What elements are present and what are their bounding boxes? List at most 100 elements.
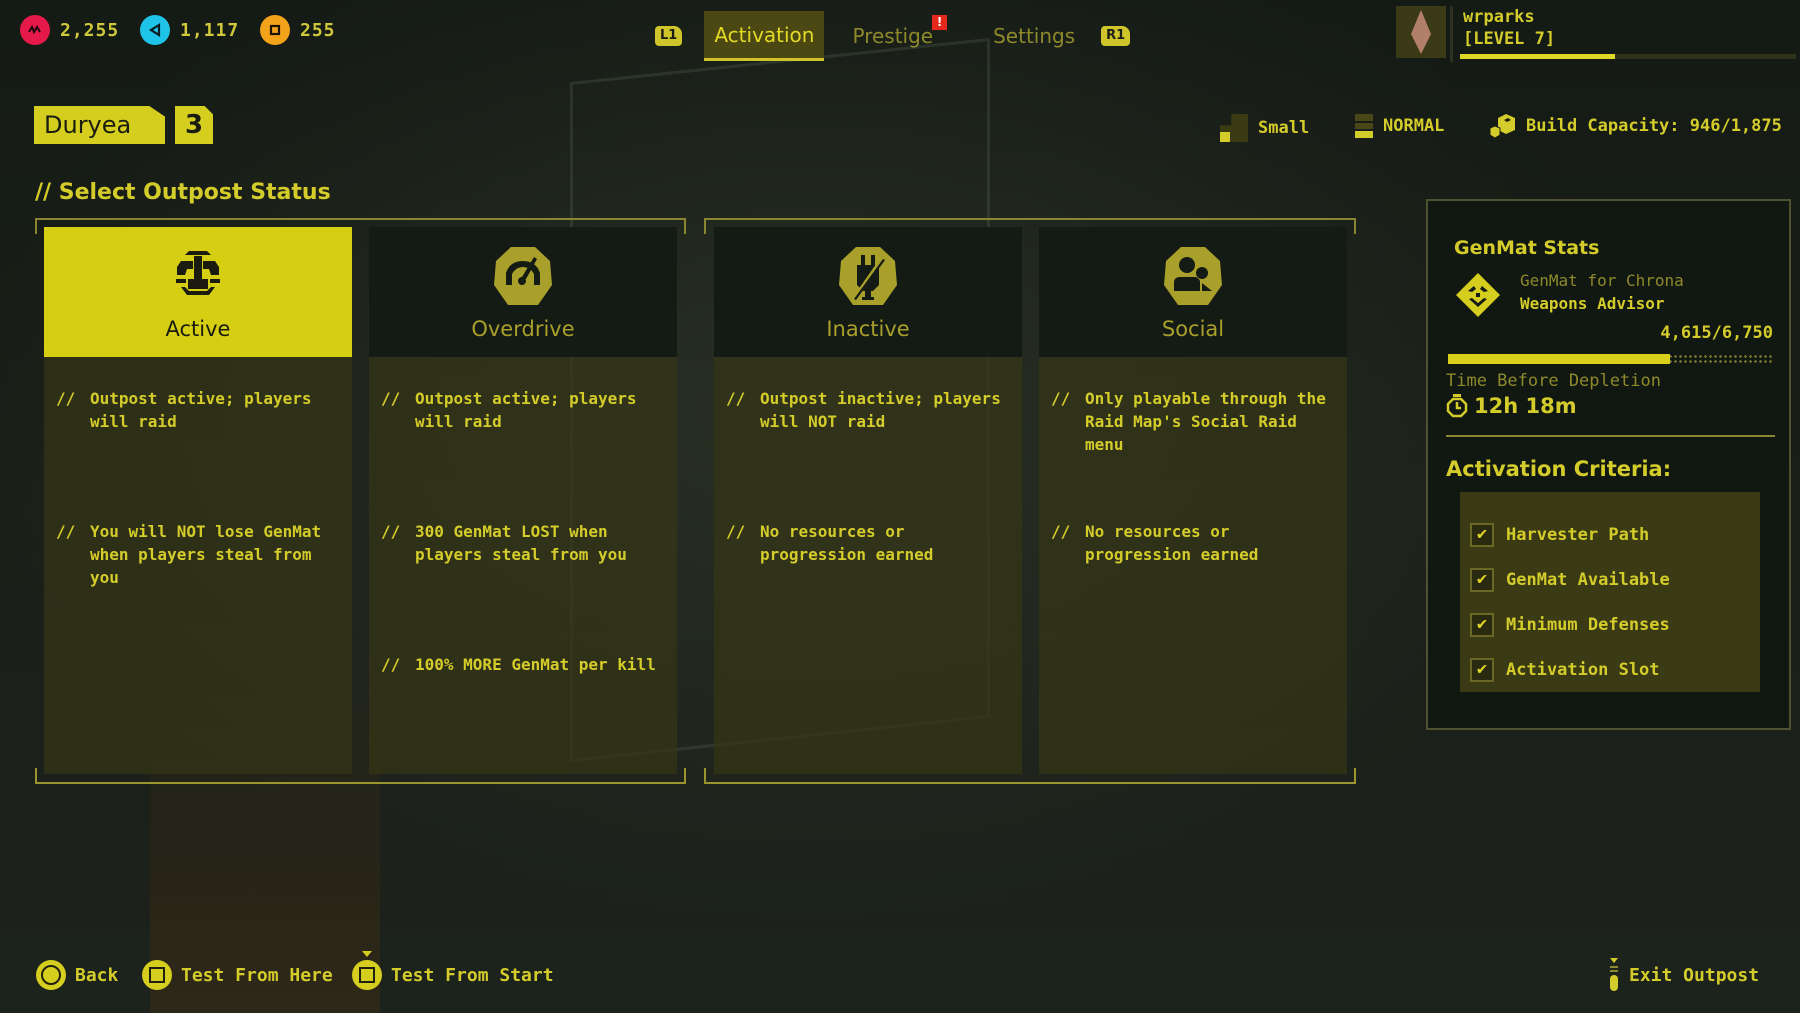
test-from-here-button[interactable]: Test From Here xyxy=(142,958,333,992)
square-hold-button-icon xyxy=(352,951,382,990)
square-button-icon xyxy=(142,960,172,990)
status-bullet: //Outpost inactive; players will NOT rai… xyxy=(726,389,1001,431)
status-card-social-label: Social xyxy=(1161,317,1225,341)
xp-progress-fill xyxy=(1460,54,1615,59)
depletion-time: 12h 18m xyxy=(1446,394,1577,418)
status-bullet: //100% MORE GenMat per kill xyxy=(381,655,656,674)
exit-outpost-button[interactable]: Exit Outpost xyxy=(1608,958,1759,992)
currency-orange-value: 255 xyxy=(300,19,336,41)
r1-bumper-button[interactable]: R1 xyxy=(1101,26,1131,46)
criteria-label: Activation Slot xyxy=(1506,659,1660,680)
genmat-stats-title: GenMat Stats xyxy=(1454,237,1600,259)
currency-orange: 255 xyxy=(260,14,336,46)
blue-currency-icon xyxy=(140,15,170,45)
outpost-difficulty-label: NORMAL xyxy=(1383,116,1445,136)
genmat-stats-panel: GenMat Stats GenMat for Chrona Weapons A… xyxy=(1426,199,1791,730)
back-button[interactable]: Back xyxy=(36,958,118,992)
activation-criteria-list: ✔ Harvester Path ✔ GenMat Available ✔ Mi… xyxy=(1460,492,1760,692)
currency-red: 2,255 xyxy=(20,14,119,46)
section-title: // Select Outpost Status xyxy=(35,180,331,205)
status-card-overdrive-label: Overdrive xyxy=(471,317,575,341)
tab-settings[interactable]: Settings xyxy=(983,11,1085,61)
alert-badge: ! xyxy=(932,15,948,30)
red-currency-icon xyxy=(20,15,50,45)
status-card-inactive-body: //Outpost inactive; players will NOT rai… xyxy=(714,357,1022,774)
l1-bumper-button[interactable]: L1 xyxy=(655,26,683,46)
status-card-active[interactable]: Active //Outpost active; players will ra… xyxy=(44,227,352,774)
status-bullet: //No resources or progression earned xyxy=(726,522,934,564)
genmat-advisor-name: Weapons Advisor xyxy=(1520,294,1665,313)
timer-icon xyxy=(1446,394,1468,418)
unplugged-icon xyxy=(839,247,897,305)
status-group-2: Inactive //Outpost inactive; players wil… xyxy=(704,218,1356,784)
outpost-size: Small xyxy=(1220,114,1309,142)
tab-settings-label: Settings xyxy=(993,24,1076,48)
criteria-label: Harvester Path xyxy=(1506,524,1650,545)
status-bullet: //300 GenMat LOST when players steal fro… xyxy=(381,522,627,564)
outpost-difficulty: NORMAL xyxy=(1355,114,1445,139)
advisor-diamond-icon xyxy=(1456,273,1500,317)
tab-activation[interactable]: Activation xyxy=(704,11,825,61)
crystal-icon xyxy=(1411,10,1431,54)
username: wrparks xyxy=(1463,7,1535,27)
people-icon xyxy=(1164,247,1222,305)
test-from-start-button[interactable]: Test From Start xyxy=(352,951,554,992)
build-capacity-label: Build Capacity: 946/1,875 xyxy=(1526,116,1782,136)
status-card-inactive-label: Inactive xyxy=(826,317,910,341)
currency-blue: 1,117 xyxy=(140,14,239,46)
genmat-count: 4,615/6,750 xyxy=(1660,323,1773,343)
outpost-number: 3 xyxy=(175,106,213,144)
checkbox-checked-icon: ✔ xyxy=(1470,522,1494,547)
status-bullet: //Outpost active; players will raid xyxy=(381,389,637,431)
build-capacity: Build Capacity: 946/1,875 xyxy=(1490,114,1782,138)
criteria-label: GenMat Available xyxy=(1506,569,1670,590)
checkbox-checked-icon: ✔ xyxy=(1470,657,1494,682)
status-card-active-body: //Outpost active; players will raid //Yo… xyxy=(44,357,352,774)
avatar xyxy=(1396,6,1446,58)
status-card-overdrive-body: //Outpost active; players will raid //30… xyxy=(369,357,677,774)
criteria-item: ✔ Harvester Path xyxy=(1460,512,1760,557)
size-small-icon xyxy=(1220,114,1248,142)
orange-currency-icon xyxy=(260,15,290,45)
power-icon xyxy=(176,251,220,295)
depletion-time-value: 12h 18m xyxy=(1474,394,1577,418)
tab-prestige[interactable]: Prestige ! xyxy=(842,11,948,61)
build-cube-icon xyxy=(1490,114,1515,138)
status-bullet: //Outpost active; players will raid xyxy=(56,389,312,431)
test-from-start-label: Test From Start xyxy=(391,964,554,986)
status-bullet: //No resources or progression earned xyxy=(1051,522,1259,564)
genmat-advisor-subtitle: GenMat for Chrona xyxy=(1520,271,1684,290)
player-profile: wrparks [LEVEL 7] xyxy=(1396,6,1796,62)
status-group-1: Active //Outpost active; players will ra… xyxy=(35,218,686,784)
checkbox-checked-icon: ✔ xyxy=(1470,567,1494,592)
status-bullet: //Only playable through the Raid Map's S… xyxy=(1051,389,1326,454)
speedometer-icon xyxy=(494,247,552,305)
outpost-name: Duryea xyxy=(34,106,165,144)
criteria-item: ✔ Activation Slot xyxy=(1460,647,1760,692)
tab-activation-label: Activation xyxy=(714,22,815,47)
difficulty-bars-icon xyxy=(1355,114,1373,139)
genmat-progress-fill xyxy=(1448,354,1671,364)
profile-divider xyxy=(1450,6,1453,62)
depletion-label: Time Before Depletion xyxy=(1446,371,1661,391)
tab-bar: L1 Activation Prestige ! Settings R1 xyxy=(655,10,1131,62)
circle-button-icon xyxy=(36,960,66,990)
criteria-item: ✔ Minimum Defenses xyxy=(1460,602,1760,647)
currency-blue-value: 1,117 xyxy=(180,19,240,41)
status-card-social[interactable]: Social //Only playable through the Raid … xyxy=(1039,227,1347,774)
genmat-progress-bar xyxy=(1448,354,1773,364)
currency-red-value: 2,255 xyxy=(60,19,120,41)
status-card-social-body: //Only playable through the Raid Map's S… xyxy=(1039,357,1347,774)
activation-criteria-title: Activation Criteria: xyxy=(1446,457,1672,481)
status-card-active-label: Active xyxy=(165,317,231,341)
tab-prestige-label: Prestige xyxy=(852,24,934,48)
back-button-label: Back xyxy=(75,964,119,986)
criteria-item: ✔ GenMat Available xyxy=(1460,557,1760,602)
criteria-label: Minimum Defenses xyxy=(1506,614,1670,635)
status-card-inactive[interactable]: Inactive //Outpost inactive; players wil… xyxy=(714,227,1022,774)
checkbox-checked-icon: ✔ xyxy=(1470,612,1494,637)
stick-press-icon xyxy=(1610,958,1618,991)
status-bullet: //You will NOT lose GenMat when players … xyxy=(56,522,322,587)
player-level: [LEVEL 7] xyxy=(1463,29,1556,49)
status-card-overdrive[interactable]: Overdrive //Outpost active; players will… xyxy=(369,227,677,774)
